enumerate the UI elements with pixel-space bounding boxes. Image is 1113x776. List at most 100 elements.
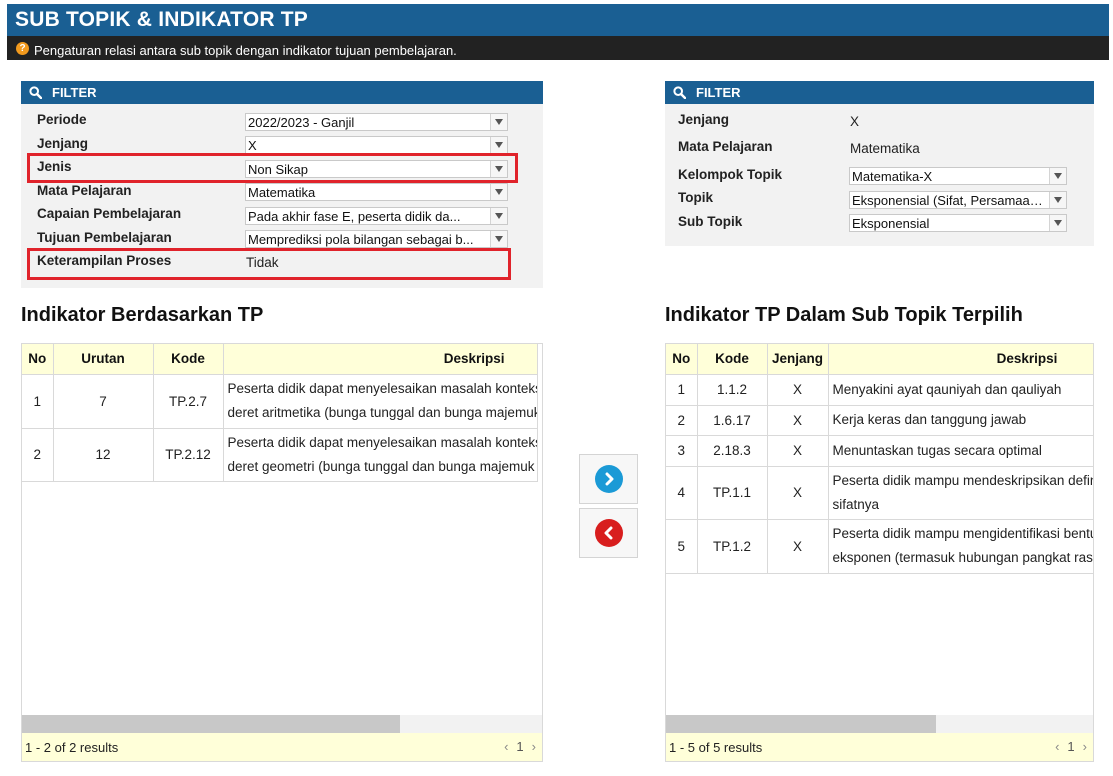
prev-page-button[interactable]: ‹ [504, 739, 508, 754]
left-horizontal-scrollbar[interactable] [22, 715, 542, 733]
current-page[interactable]: 1 [516, 739, 523, 754]
table-row[interactable]: 1 7 TP.2.7 Peserta didik dapat menyelesa… [22, 374, 538, 429]
col-header-jenjang[interactable]: Jenjang [767, 344, 829, 375]
cell-deskripsi: Peserta didik dapat menyelesaikan masala… [223, 374, 538, 429]
right-pager: ‹ 1 › [1055, 739, 1087, 754]
cell-deskripsi: Peserta didik mampu mendeskripsikan defi… [828, 466, 1093, 520]
cell-kode: TP.1.1 [697, 466, 768, 520]
chevron-down-icon[interactable] [1049, 168, 1066, 184]
cell-jenjang: X [767, 519, 829, 574]
question-circle-icon: ? [16, 42, 29, 55]
right-grid-footer: 1 - 5 of 5 results ‹ 1 › [666, 733, 1093, 761]
table-row[interactable]: 5 TP.1.2 X Peserta didik mampu mengident… [666, 519, 1093, 574]
cell-kode: TP.2.7 [153, 374, 224, 429]
cell-no: 2 [22, 428, 54, 482]
sub-topik-label: Sub Topik [678, 214, 743, 229]
deskripsi-line-1: Peserta didik dapat menyelesaikan masala… [227, 381, 537, 396]
page-title: SUB TOPIK & INDIKATOR TP [15, 8, 308, 31]
chevron-down-icon[interactable] [490, 184, 507, 200]
jenjang-select[interactable]: X [245, 136, 508, 154]
table-row[interactable]: 2 1.6.17 X Kerja keras dan tanggung jawa… [666, 405, 1093, 436]
left-results-count: 1 - 2 of 2 results [25, 739, 119, 755]
search-icon [673, 86, 686, 99]
table-row[interactable]: 2 12 TP.2.12 Peserta didik dapat menyele… [22, 428, 538, 482]
topik-select[interactable]: Eksponensial (Sifat, Persamaan... [849, 191, 1067, 209]
chevron-down-icon[interactable] [490, 231, 507, 247]
col-header-kode[interactable]: Kode [697, 344, 768, 375]
chevron-down-icon[interactable] [490, 208, 507, 224]
right-filter-panel: FILTER Jenjang X Mata Pelajaran Matemati… [665, 81, 1094, 246]
mata-pelajaran-select[interactable]: Matematika [245, 183, 508, 201]
left-filter-title: FILTER [52, 85, 97, 100]
capaian-pembelajaran-label: Capaian Pembelajaran [37, 206, 182, 221]
left-table-header-row: No Urutan Kode Deskripsi [22, 344, 538, 375]
jenis-select-value: Non Sikap [248, 162, 308, 177]
chevron-down-icon[interactable] [1049, 192, 1066, 208]
right-horizontal-scrollbar[interactable] [666, 715, 1093, 733]
chevron-right-circle-icon [594, 465, 623, 493]
col-header-no[interactable]: No [666, 344, 698, 375]
periode-label: Periode [37, 112, 87, 127]
table-row[interactable]: 3 2.18.3 X Menuntaskan tugas secara opti… [666, 435, 1093, 467]
topik-select-value: Eksponensial (Sifat, Persamaan... [852, 193, 1048, 208]
sub-topik-select[interactable]: Eksponensial [849, 214, 1067, 232]
cell-kode: TP.2.12 [153, 428, 224, 482]
capaian-pembelajaran-select-value: Pada akhir fase E, peserta didik da... [248, 209, 461, 224]
jenjang-select-value: X [248, 138, 257, 153]
deskripsi-line-2: deret geometri (bunga tunggal dan bunga … [227, 458, 535, 474]
jenis-select[interactable]: Non Sikap [245, 160, 508, 178]
col-header-no[interactable]: No [22, 344, 54, 375]
cell-deskripsi: Menyakini ayat qauniyah dan qauliyah [828, 374, 1093, 406]
left-filter-panel: FILTER Periode 2022/2023 - Ganjil Jenjan… [21, 81, 543, 288]
deskripsi-line-1: Peserta didik dapat menyelesaikan masala… [227, 434, 537, 450]
kelompok-topik-label: Kelompok Topik [678, 167, 783, 182]
capaian-pembelajaran-select[interactable]: Pada akhir fase E, peserta didik da... [245, 207, 508, 225]
col-header-kode[interactable]: Kode [153, 344, 224, 375]
right-indicator-table: No Kode Jenjang Deskripsi 1 1.1.2 X Meny… [666, 344, 1093, 574]
right-filter-header: FILTER [665, 81, 1094, 104]
tujuan-pembelajaran-label: Tujuan Pembelajaran [37, 230, 172, 245]
cell-no: 3 [666, 435, 698, 467]
sub-topik-select-value: Eksponensial [852, 216, 930, 231]
mata-pelajaran-select-value: Matematika [248, 185, 316, 200]
cell-deskripsi: Peserta didik dapat menyelesaikan masala… [223, 428, 538, 482]
table-row[interactable]: 1 1.1.2 X Menyakini ayat qauniyah dan qa… [666, 374, 1093, 406]
col-header-deskripsi[interactable]: Deskripsi [828, 344, 1093, 375]
current-page[interactable]: 1 [1067, 739, 1074, 754]
cell-kode: 2.18.3 [697, 435, 768, 467]
col-header-urutan[interactable]: Urutan [53, 344, 154, 375]
add-to-subtopic-button[interactable] [579, 454, 638, 504]
table-row[interactable]: 4 TP.1.1 X Peserta didik mampu mendeskri… [666, 466, 1093, 520]
chevron-down-icon[interactable] [490, 161, 507, 177]
cell-kode: 1.1.2 [697, 374, 768, 406]
remove-from-subtopic-button[interactable] [579, 508, 638, 558]
cell-deskripsi: Kerja keras dan tanggung jawab [828, 405, 1093, 436]
cell-deskripsi: Peserta didik mampu mengidentifikasi ben… [828, 519, 1093, 574]
col-header-deskripsi[interactable]: Deskripsi [223, 344, 538, 375]
chevron-down-icon[interactable] [490, 137, 507, 153]
right-indicator-grid: No Kode Jenjang Deskripsi 1 1.1.2 X Meny… [665, 343, 1094, 762]
cell-jenjang: X [767, 435, 829, 467]
left-indicator-table: No Urutan Kode Deskripsi 1 7 TP.2.7 Pese… [22, 344, 538, 482]
right-filter-title: FILTER [696, 85, 741, 100]
right-scrollbar-thumb[interactable] [666, 715, 936, 733]
right-jenjang-label: Jenjang [678, 112, 730, 127]
next-page-button[interactable]: › [532, 739, 536, 754]
periode-select[interactable]: 2022/2023 - Ganjil [245, 113, 508, 131]
cell-no: 1 [22, 374, 54, 429]
cell-no: 1 [666, 374, 698, 406]
next-page-button[interactable]: › [1083, 739, 1087, 754]
deskripsi-line-2: sifatnya [832, 496, 880, 512]
page-title-bar: SUB TOPIK & INDIKATOR TP [7, 4, 1109, 36]
cell-no: 4 [666, 466, 698, 520]
cell-deskripsi: Menuntaskan tugas secara optimal [828, 435, 1093, 467]
chevron-down-icon[interactable] [490, 114, 507, 130]
keterampilan-proses-value: Tidak [246, 255, 279, 270]
left-scrollbar-thumb[interactable] [22, 715, 400, 733]
chevron-down-icon[interactable] [1049, 215, 1066, 231]
tujuan-pembelajaran-select[interactable]: Memprediksi pola bilangan sebagai b... [245, 230, 508, 248]
page: SUB TOPIK & INDIKATOR TP ? Pengaturan re… [0, 0, 1113, 776]
right-jenjang-value: X [850, 114, 860, 129]
prev-page-button[interactable]: ‹ [1055, 739, 1059, 754]
kelompok-topik-select[interactable]: Matematika-X [849, 167, 1067, 185]
